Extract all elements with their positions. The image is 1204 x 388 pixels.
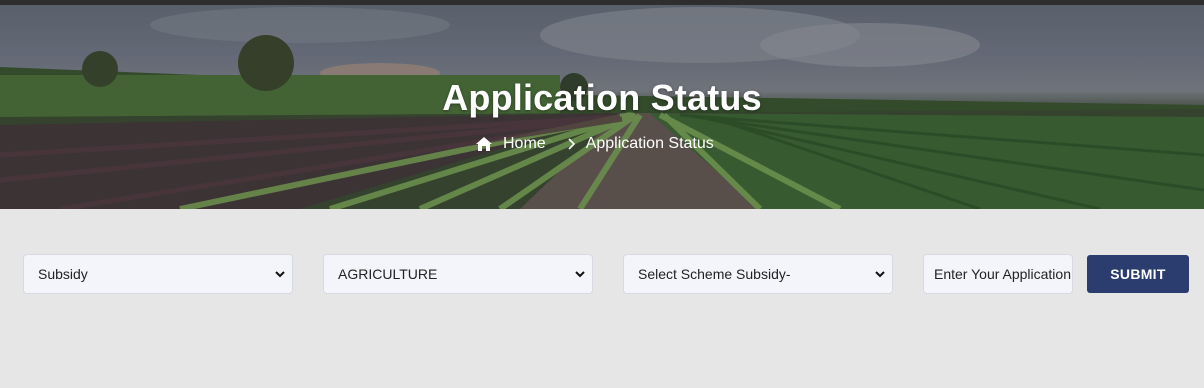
scheme-select[interactable]: Select Scheme Subsidy- [623,254,893,294]
chevron-down-icon [875,271,885,278]
category-select[interactable]: Subsidy [23,254,293,294]
category-select-value: Subsidy [38,266,88,282]
department-select-value: AGRICULTURE [338,266,438,282]
chevron-down-icon [275,271,285,278]
scheme-select-value: Select Scheme Subsidy- [638,266,791,282]
department-select[interactable]: AGRICULTURE [323,254,593,294]
breadcrumb: Home Application Status [476,133,714,155]
home-icon [476,137,492,151]
submit-button[interactable]: SUBMIT [1087,255,1189,293]
breadcrumb-current: Application Status [585,135,714,152]
breadcrumb-home-link[interactable]: Home [503,135,546,153]
application-number-input[interactable] [923,254,1073,294]
page-title: Application Status [442,77,762,118]
chevron-right-icon [568,138,575,150]
chevron-down-icon [575,271,585,278]
